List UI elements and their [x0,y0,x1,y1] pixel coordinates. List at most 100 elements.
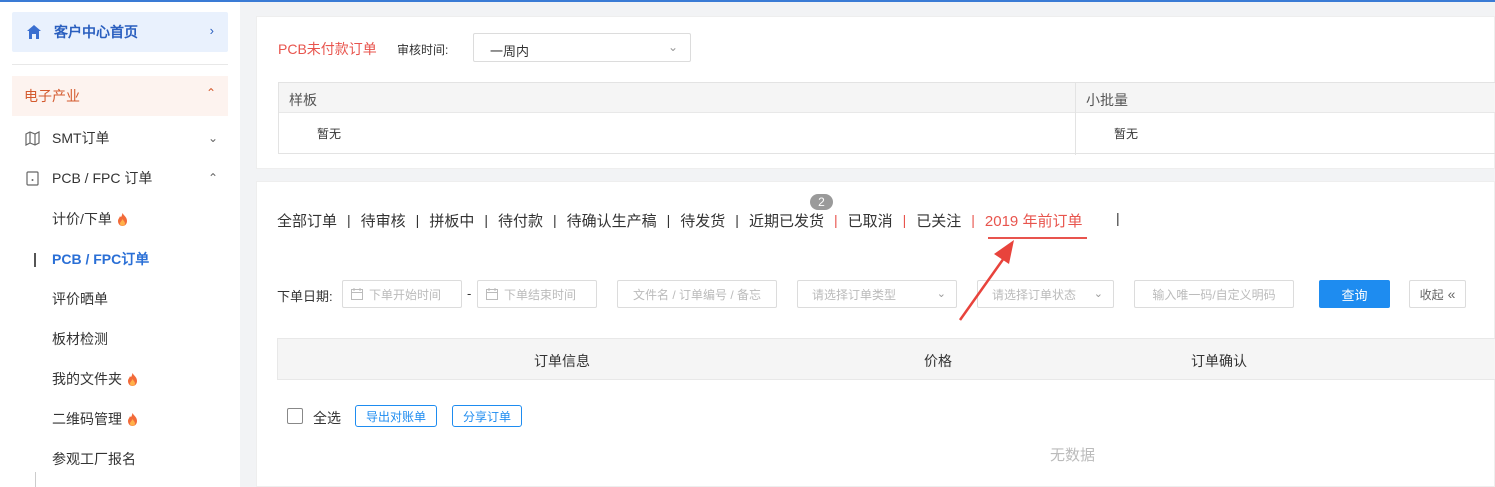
fire-icon [117,212,128,226]
double-chevron-left-icon: « [1447,286,1456,302]
chevron-up-icon: ⌃ [205,86,216,100]
order-type-select[interactable]: 请选择订单类型 ⌄ [797,280,957,308]
sidebar-divider [12,64,228,65]
sidebar: 客户中心首页 › 电子产业 ⌃ SMT订单 ⌄ PCB / FPC 订单 ⌃ 计… [0,2,240,487]
orders-card: 全部订单 | 待审核 | 拼板中 | 待付款 | 待确认生产稿 | 待发货 | … [256,181,1495,487]
end-date-input[interactable]: 下单结束时间 [477,280,597,308]
calendar-icon [351,288,363,300]
chevron-down-icon: ⌄ [667,40,678,54]
tab-separator: | [902,212,907,228]
fire-icon [127,372,138,386]
tab-pending-review[interactable]: 待审核 [361,210,406,231]
sidebar-subitem-factory-visit[interactable]: 参观工厂报名 [52,447,136,471]
sidebar-item-pcb[interactable]: PCB / FPC 订单 ⌃ [24,163,224,193]
order-date-label: 下单日期: [277,289,333,304]
sidebar-section-label: 电子产业 [24,88,80,104]
unpaid-orders-title[interactable]: PCB未付款订单 [278,39,377,59]
column-header-price: 价格 [924,353,952,369]
column-header-info: 订单信息 [534,353,590,369]
table-header [279,83,1495,113]
tab-pending-ship[interactable]: 待发货 [680,210,725,231]
export-statement-button[interactable]: 导出对账单 [355,405,437,427]
unique-code-placeholder: 输入唯一码/自定义明码 [1152,287,1276,302]
chevron-up-icon: ⌃ [207,171,218,185]
unique-code-input[interactable]: 输入唯一码/自定义明码 [1134,280,1294,308]
collapse-button[interactable]: 收起 « [1409,280,1466,308]
sidebar-home-label: 客户中心首页 [54,24,138,40]
tab-separator: | [833,212,838,228]
tab-separator: | [971,212,975,228]
sample-value: 暂无 [317,127,342,141]
document-icon [24,170,40,186]
tab-separator: | [1116,210,1120,226]
start-date-placeholder: 下单开始时间 [369,287,442,302]
chevron-down-icon: ⌄ [936,288,946,300]
column-header-sample: 样板 [289,92,317,108]
keyword-input[interactable]: 文件名 / 订单编号 / 备忘 [617,280,777,308]
sidebar-subitem-review[interactable]: 评价晒单 [52,287,108,311]
date-separator: - [467,286,472,301]
column-header-batch: 小批量 [1086,92,1128,108]
sidebar-section-electronics[interactable]: 电子产业 ⌃ [12,76,228,116]
sidebar-subitem-quote[interactable]: 计价/下单 [52,207,128,231]
sidebar-subitem-label: 参观工厂报名 [52,451,136,467]
review-time-select[interactable]: 一周内 ⌄ [473,33,691,62]
select-all-label[interactable]: 全选 [313,408,341,428]
tab-cancelled[interactable]: 已取消 [848,210,893,231]
tab-panelizing[interactable]: 拼板中 [429,210,474,231]
order-type-placeholder: 请选择订单类型 [812,287,897,302]
tree-line [35,472,36,487]
column-divider [1075,83,1076,155]
tab-separator: | [415,212,420,228]
order-status-placeholder: 请选择订单状态 [992,287,1077,302]
order-status-select[interactable]: 请选择订单状态 ⌄ [977,280,1114,308]
active-indicator [34,253,36,267]
sidebar-subitem-label: PCB / FPC订单 [52,251,150,267]
query-button[interactable]: 查询 [1319,280,1390,308]
sidebar-item-smt[interactable]: SMT订单 ⌄ [24,123,224,153]
sidebar-subitem-board-test[interactable]: 板材检测 [52,327,108,351]
tab-before-2019[interactable]: 2019 年前订单 [985,210,1083,231]
tab-separator: | [484,212,488,228]
sidebar-subitem-qrcode[interactable]: 二维码管理 [52,407,138,431]
share-orders-button[interactable]: 分享订单 [452,405,522,427]
map-icon [24,130,40,146]
chevron-down-icon: ⌄ [207,131,218,145]
recent-shipped-badge: 2 [810,194,833,210]
order-tabs: 全部订单 | 待审核 | 拼板中 | 待付款 | 待确认生产稿 | 待发货 | … [277,208,1082,232]
start-date-input[interactable]: 下单开始时间 [342,280,462,308]
unpaid-orders-card: PCB未付款订单 审核时间: 一周内 ⌄ 样板 小批量 暂无 暂无 [256,16,1495,169]
sidebar-subitem-my-folder[interactable]: 我的文件夹 [52,367,138,391]
sidebar-subitem-pcb-orders[interactable]: PCB / FPC订单 [52,247,149,271]
column-header-confirm: 订单确认 [1191,353,1247,369]
unpaid-orders-table: 样板 小批量 暂无 暂无 [278,82,1495,155]
chevron-right-icon: › [209,23,214,38]
sidebar-subitem-label: 板材检测 [52,331,108,347]
sidebar-subitem-label: 我的文件夹 [52,371,122,387]
tab-confirm-production[interactable]: 待确认生产稿 [567,210,657,231]
tab-separator: | [552,212,557,228]
sidebar-item-label: PCB / FPC 订单 [52,170,153,186]
chevron-down-icon: ⌄ [1093,288,1103,300]
end-date-placeholder: 下单结束时间 [504,287,577,302]
tab-recent-shipped[interactable]: 近期已发货 [749,210,824,231]
select-all-checkbox[interactable] [287,408,303,424]
keyword-placeholder: 文件名 / 订单编号 / 备忘 [632,287,761,302]
sidebar-home-item[interactable]: 客户中心首页 › [12,12,228,52]
sidebar-item-label: SMT订单 [52,130,110,146]
sidebar-subitem-label: 计价/下单 [52,211,112,227]
tab-followed[interactable]: 已关注 [916,210,961,231]
sidebar-subitem-label: 二维码管理 [52,411,122,427]
calendar-icon [486,288,498,300]
collapse-label: 收起 [1419,287,1444,302]
orders-table-header: 订单信息 价格 订单确认 [277,338,1495,380]
tab-separator: | [666,212,671,228]
tab-pending-payment[interactable]: 待付款 [498,210,543,231]
tab-separator: | [735,212,739,228]
active-tab-underline [988,237,1087,239]
tab-all[interactable]: 全部订单 [277,210,337,231]
home-icon [26,24,42,40]
sidebar-subitem-label: 评价晒单 [52,291,108,307]
review-time-value: 一周内 [490,44,530,59]
batch-value: 暂无 [1114,127,1139,141]
